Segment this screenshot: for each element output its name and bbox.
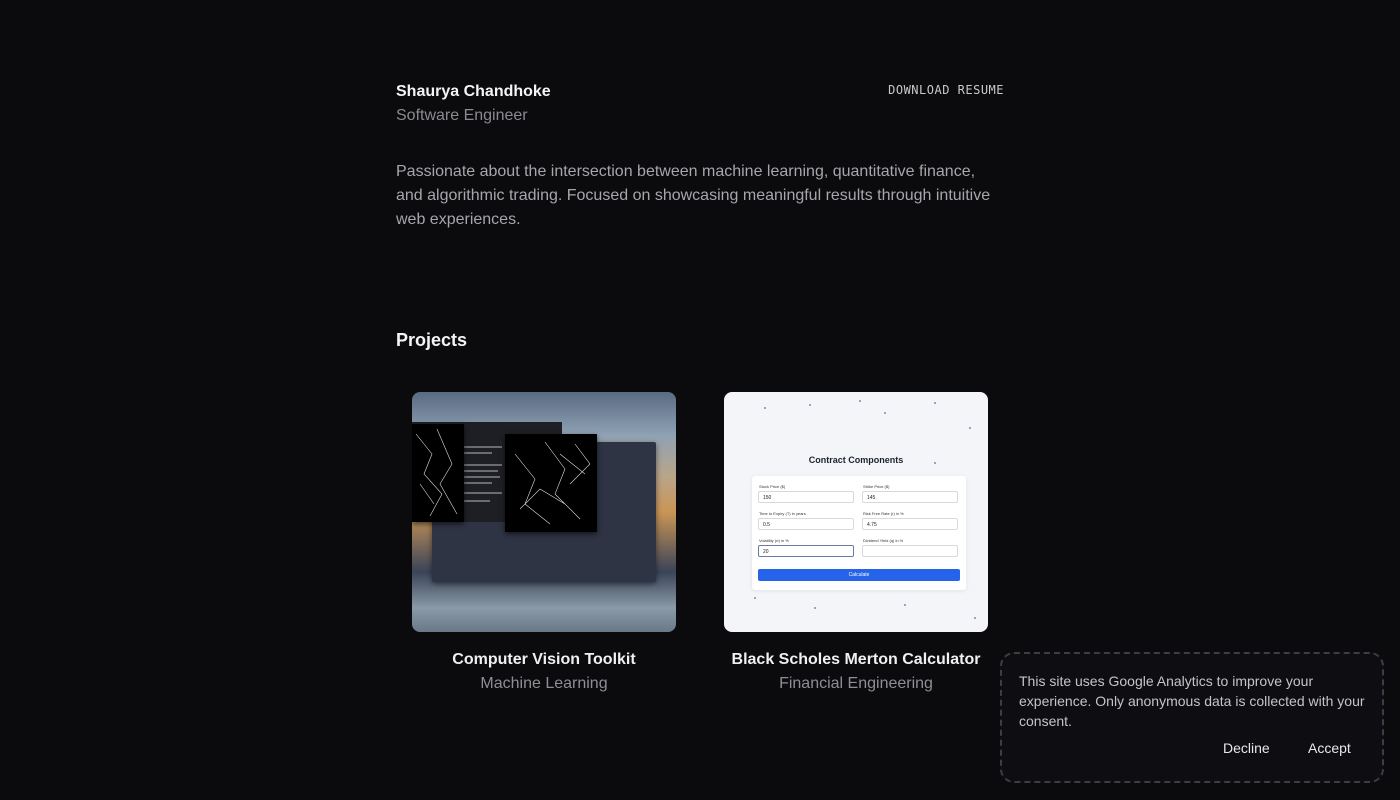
field-label: Time to Expiry (T) in years (759, 511, 806, 516)
field-label: Risk Free Rate (r) in % (863, 511, 904, 516)
project-thumbnail (412, 392, 676, 632)
field-value: 4.75 (862, 518, 958, 530)
project-title: Black Scholes Merton Calculator (731, 651, 981, 668)
field-value: 150 (758, 491, 854, 503)
projects-heading: Projects (396, 330, 468, 350)
download-resume-link[interactable]: DOWNLOAD RESUME (888, 83, 1004, 97)
field-value: 0.5 (758, 518, 854, 530)
decline-button[interactable]: Decline (1223, 740, 1270, 756)
field-label: Volatility (σ) in % (759, 538, 789, 543)
calculate-button-preview: Calculate (758, 569, 960, 581)
portfolio-page: Shaurya Chandhoke Software Engineer DOWN… (0, 0, 1400, 800)
edge-detection-image (412, 424, 464, 522)
cookie-message: This site uses Google Analytics to impro… (1019, 673, 1365, 729)
header: Shaurya Chandhoke Software Engineer DOWN… (396, 82, 1004, 126)
bio-text: Passionate about the intersection betwee… (396, 163, 991, 228)
field-label: Dividend Yield (q) in % (863, 538, 904, 543)
field-label: Stock Price ($) (759, 484, 786, 489)
project-category: Financial Engineering (779, 675, 933, 692)
field-value: 145 (862, 491, 958, 503)
project-card-computer-vision[interactable]: Computer Vision Toolkit Machine Learning (412, 392, 676, 694)
field-label: Strike Price ($) (863, 484, 890, 489)
preview-heading: Contract Components (808, 455, 904, 465)
project-title: Computer Vision Toolkit (452, 651, 636, 668)
project-card-bsm-calculator[interactable]: Contract Components Stock Price ($) 150 … (724, 392, 988, 694)
accept-button[interactable]: Accept (1308, 740, 1351, 756)
project-category: Machine Learning (480, 675, 608, 692)
field-value: 20 (758, 545, 854, 557)
field-value (862, 545, 958, 557)
preview-form: Stock Price ($) 150 Strike Price ($) 145… (752, 476, 966, 590)
project-thumbnail: Contract Components Stock Price ($) 150 … (724, 392, 988, 632)
cookie-consent-banner: This site uses Google Analytics to impro… (1000, 652, 1384, 783)
edge-detection-image (505, 434, 597, 532)
author-role: Software Engineer (396, 107, 528, 124)
